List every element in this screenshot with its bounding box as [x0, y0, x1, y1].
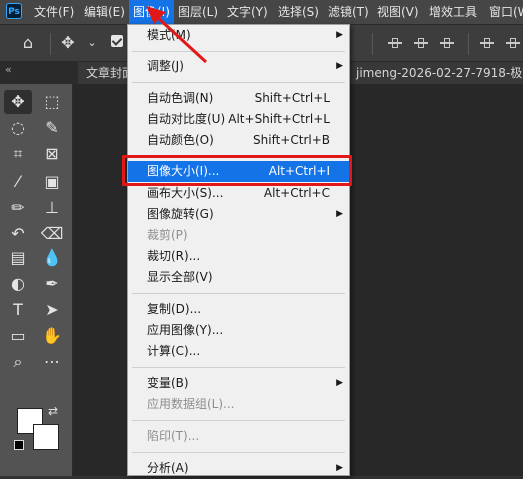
divider [50, 33, 51, 55]
auto-select-checkbox[interactable] [111, 35, 123, 47]
eyedropper-tool-icon[interactable]: ⁄ [4, 170, 32, 194]
photoshop-logo-icon: Ps [6, 3, 22, 19]
history-brush-tool-icon[interactable]: ↶ [4, 222, 32, 246]
hand-tool-icon[interactable]: ✋ [38, 324, 66, 348]
menu-item-apply-image[interactable]: 应用图像(Y)... [128, 320, 349, 341]
annotation-arrow-icon [146, 6, 208, 64]
menu-separator [132, 420, 345, 421]
menu-item-trap: 陷印(T)... [147, 429, 200, 443]
document-tab-active[interactable]: jimeng-2026-02-27-7918-极繁主 [348, 62, 523, 84]
quick-select-tool-icon[interactable]: ✎ [38, 116, 66, 140]
stamp-tool-icon[interactable]: ⊥ [38, 196, 66, 220]
move-tool-icon[interactable]: ✥ [4, 90, 32, 114]
image-menu-dropdown: 模式(M) ▶ 调整(J) ▶ 自动色调(N) Shift+Ctrl+L 自动对… [127, 24, 350, 476]
menu-item-auto-color[interactable]: 自动颜色(O) Shift+Ctrl+B [128, 130, 349, 151]
align-top-icon[interactable] [480, 36, 494, 50]
home-icon[interactable]: ⌂ [18, 33, 38, 53]
brush-tool-icon[interactable]: ✏ [4, 196, 32, 220]
background-color-swatch[interactable] [33, 424, 59, 450]
menu-item-image-rotation[interactable]: 图像旋转(G) ▶ [128, 204, 349, 225]
gradient-tool-icon[interactable]: ▤ [4, 246, 32, 270]
zoom-tool-icon[interactable]: ⌕ [4, 350, 32, 374]
path-select-tool-icon[interactable]: ➤ [38, 298, 66, 322]
menu-separator [132, 293, 345, 294]
swap-colors-icon[interactable]: ⇄ [48, 404, 58, 418]
menu-item-crop: 裁剪(P) [147, 228, 188, 242]
eraser-tool-icon[interactable]: ⌫ [38, 222, 66, 246]
more-tools-icon[interactable]: ⋯ [38, 350, 66, 374]
default-colors-icon[interactable] [14, 440, 24, 450]
blur-tool-icon[interactable]: 💧 [38, 246, 66, 270]
highlight-annotation-box [122, 155, 352, 186]
collapse-panel-icon[interactable]: « [5, 62, 12, 78]
menu-filter[interactable]: 滤镜(T) [328, 0, 369, 24]
menu-separator [132, 367, 345, 368]
menu-item-duplicate[interactable]: 复制(D)... [128, 299, 349, 320]
align-left-icon[interactable] [388, 36, 402, 50]
divider [372, 33, 373, 55]
menu-item-calculations[interactable]: 计算(C)... [128, 341, 349, 362]
chevron-down-icon[interactable]: ⌄ [82, 33, 102, 53]
menu-item-trim[interactable]: 裁切(R)... [128, 246, 349, 267]
menu-view[interactable]: 视图(V) [377, 0, 419, 24]
submenu-arrow-icon: ▶ [336, 61, 343, 71]
menu-separator [132, 82, 345, 83]
submenu-arrow-icon: ▶ [336, 378, 343, 388]
crop-tool-icon[interactable]: ⌗ [4, 142, 32, 166]
divider [468, 33, 469, 55]
menu-separator [132, 452, 345, 453]
frame-tool-icon[interactable]: ⊠ [38, 142, 66, 166]
menu-select[interactable]: 选择(S) [278, 0, 319, 24]
submenu-arrow-icon: ▶ [336, 30, 343, 40]
menu-item-reveal-all[interactable]: 显示全部(V) [128, 267, 349, 288]
submenu-arrow-icon: ▶ [336, 209, 343, 219]
menu-file[interactable]: 文件(F) [34, 0, 74, 24]
type-tool-icon[interactable]: T [4, 298, 32, 322]
move-icon[interactable]: ✥ [58, 33, 78, 53]
menu-bar: Ps 文件(F) 编辑(E) 图像(I) 图层(L) 文字(Y) 选择(S) 滤… [0, 0, 523, 25]
rectangle-tool-icon[interactable]: ▭ [4, 324, 32, 348]
align-center-icon[interactable] [414, 36, 428, 50]
menu-window[interactable]: 窗口(W) [489, 0, 523, 24]
spot-heal-tool-icon[interactable]: ▣ [38, 170, 66, 194]
dodge-tool-icon[interactable]: ◐ [4, 272, 32, 296]
menu-plugins[interactable]: 增效工具 [429, 0, 477, 24]
lasso-tool-icon[interactable]: ◌ [4, 116, 32, 140]
menu-item-variables[interactable]: 变量(B) ▶ [128, 373, 349, 394]
menu-item-auto-tone[interactable]: 自动色调(N) Shift+Ctrl+L [128, 88, 349, 109]
menu-item-auto-contrast[interactable]: 自动对比度(U) Alt+Shift+Ctrl+L [128, 109, 349, 130]
menu-item-canvas-size[interactable]: 画布大小(S)... Alt+Ctrl+C [128, 183, 349, 204]
menu-type[interactable]: 文字(Y) [227, 0, 268, 24]
align-right-icon[interactable] [440, 36, 454, 50]
menu-item-apply-data-set: 应用数据组(L)... [147, 397, 235, 411]
pen-tool-icon[interactable]: ✒ [38, 272, 66, 296]
align-middle-icon[interactable] [506, 36, 520, 50]
menu-edit[interactable]: 编辑(E) [84, 0, 125, 24]
marquee-tool-icon[interactable]: ⬚ [38, 90, 66, 114]
